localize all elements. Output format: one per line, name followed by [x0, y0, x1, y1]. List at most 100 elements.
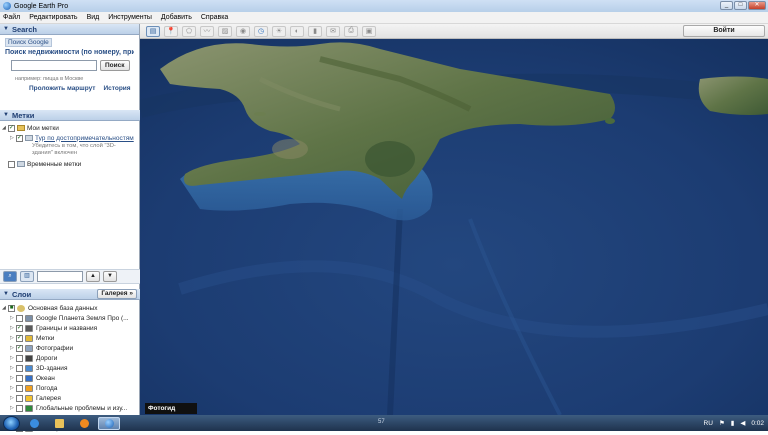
layer-icon	[25, 404, 33, 412]
layer-checkbox[interactable]: ✓	[16, 324, 23, 332]
image-overlay-button[interactable]: ▨	[218, 25, 232, 37]
ruler-button[interactable]: ▮	[308, 25, 322, 37]
layer-item[interactable]: ▷ Дороги	[2, 353, 138, 363]
layer-checkbox[interactable]	[16, 314, 23, 322]
panel-nav-bar: ⌕ ▥ ▲ ▼	[0, 269, 140, 284]
tree-item-my-places[interactable]: ◢ ✓ Мои метки	[2, 123, 138, 133]
add-placemark-button[interactable]: 📍	[164, 25, 178, 37]
folder-icon	[17, 161, 25, 167]
start-button[interactable]	[3, 415, 20, 431]
satellite-imagery	[140, 39, 768, 415]
maximize-button[interactable]: □	[734, 1, 747, 10]
ie-icon	[29, 418, 39, 428]
network-icon: ▮	[730, 420, 735, 427]
taskbar-google-earth[interactable]	[98, 416, 120, 430]
places-panel-header[interactable]: ▼ Метки	[0, 110, 140, 121]
layer-item[interactable]: ▷ Галерея	[2, 393, 138, 403]
tree-item-label: Временные метки	[27, 160, 82, 168]
globe-icon	[17, 304, 25, 312]
layer-item[interactable]: ▷ ✓ Границы и названия	[2, 323, 138, 333]
layer-root[interactable]: ◢ ■ Основная база данных	[2, 303, 138, 313]
layer-item[interactable]: ▷ Глобальные проблемы и изу...	[2, 403, 138, 413]
layer-item[interactable]: ▷ ✓ Метки	[2, 333, 138, 343]
menu-view[interactable]: Вид	[87, 14, 100, 21]
layer-item[interactable]: ▷ 3D-здания	[2, 363, 138, 373]
earth-map-view[interactable]	[140, 39, 768, 415]
menu-tools[interactable]: Инструменты	[108, 14, 152, 21]
taskbar-explorer[interactable]	[48, 417, 70, 430]
layer-label: Метки	[36, 334, 55, 342]
tree-item-tour[interactable]: ▷ ✓ Тур по достопримечательностям	[2, 133, 138, 143]
checkbox[interactable]	[8, 160, 15, 168]
menu-add[interactable]: Добавить	[161, 14, 192, 21]
checkbox[interactable]: ■	[8, 304, 15, 312]
taskbar-media[interactable]	[73, 417, 95, 430]
minimize-button[interactable]: _	[720, 1, 733, 10]
layers-panel-header[interactable]: ▼ Слои Галерея »	[0, 289, 140, 300]
tour-note-1: Убедитесь в том, что слой "3D-	[32, 143, 116, 149]
layer-checkbox[interactable]	[16, 354, 23, 362]
search-icon: ⌕	[8, 273, 12, 279]
places-filter-input[interactable]	[37, 271, 83, 282]
layer-icon	[25, 324, 33, 332]
sidebar-toggle-button[interactable]: ▤	[146, 25, 160, 37]
tour-guide-button[interactable]: Фотогид	[145, 403, 197, 414]
collapse-triangle-icon: ▼	[3, 112, 9, 118]
layer-item[interactable]: ▷ ✓ Фотографии	[2, 343, 138, 353]
search-panel-header[interactable]: ▼ Search	[0, 24, 139, 35]
layer-label: Океан	[36, 374, 55, 382]
layer-checkbox[interactable]	[16, 384, 23, 392]
tour-icon	[25, 135, 33, 141]
media-icon	[79, 418, 89, 428]
layer-checkbox[interactable]	[16, 374, 23, 382]
layer-icon	[25, 364, 33, 372]
add-polygon-button[interactable]: ⬠	[182, 25, 196, 37]
save-image-icon: ▣	[365, 28, 373, 35]
directions-link[interactable]: Проложить маршрут	[29, 85, 95, 92]
move-down-button[interactable]: ▼	[103, 271, 117, 282]
panel-toggle-button[interactable]: ▥	[20, 271, 34, 282]
email-button[interactable]: ✉	[326, 25, 340, 37]
layer-checkbox[interactable]	[16, 364, 23, 372]
layer-checkbox[interactable]: ✓	[16, 344, 23, 352]
record-tour-button[interactable]: ◉	[236, 25, 250, 37]
save-image-button[interactable]: ▣	[362, 25, 376, 37]
menu-file[interactable]: Файл	[3, 14, 20, 21]
print-button[interactable]: ⎙	[344, 25, 358, 37]
clock[interactable]: 0:02	[751, 420, 764, 427]
close-button[interactable]: ✕	[748, 1, 766, 10]
menu-edit[interactable]: Редактировать	[29, 14, 77, 21]
language-indicator[interactable]: RU	[704, 420, 713, 427]
planets-button[interactable]: ◐	[290, 25, 304, 37]
search-tab-realestate[interactable]: Поиск недвижимости (по номеру, прис	[5, 49, 134, 56]
history-link[interactable]: История	[103, 85, 130, 92]
tree-item-label: Мои метки	[27, 124, 59, 132]
checkbox[interactable]: ✓	[16, 134, 23, 142]
layer-checkbox[interactable]: ✓	[16, 334, 23, 342]
search-places-button[interactable]: ⌕	[3, 271, 17, 282]
historical-imagery-button[interactable]: ◷	[254, 25, 268, 37]
layer-checkbox[interactable]	[16, 404, 23, 412]
search-button[interactable]: Поиск	[100, 60, 130, 71]
gallery-button[interactable]: Галерея »	[97, 289, 137, 299]
layer-item[interactable]: ▷ Google Планета Земля Про (...	[2, 313, 138, 323]
add-path-button[interactable]: 〰	[200, 25, 214, 37]
print-icon: ⎙	[348, 27, 354, 34]
sunlight-button[interactable]: ☀	[272, 25, 286, 37]
tree-item-temporary[interactable]: Временные метки	[2, 159, 138, 169]
layer-item[interactable]: ▷ Океан	[2, 373, 138, 383]
search-tab-google[interactable]: Поиск Google	[5, 38, 52, 47]
move-up-button[interactable]: ▲	[86, 271, 100, 282]
window-controls: _ □ ✕	[720, 1, 766, 10]
search-input[interactable]	[11, 60, 97, 71]
tour-link[interactable]: Тур по достопримечательностям	[35, 135, 134, 142]
layer-icon	[25, 374, 33, 382]
tour-note-2: здания" включен	[32, 150, 78, 156]
layer-checkbox[interactable]	[16, 394, 23, 402]
places-tree: ◢ ✓ Мои метки ▷ ✓ Тур по достопримечател…	[0, 121, 140, 171]
login-button[interactable]: Войти	[683, 25, 765, 37]
taskbar-ie[interactable]	[23, 417, 45, 430]
layer-item[interactable]: ▷ Погода	[2, 383, 138, 393]
menu-help[interactable]: Справка	[201, 14, 228, 21]
checkbox[interactable]: ✓	[8, 124, 15, 132]
